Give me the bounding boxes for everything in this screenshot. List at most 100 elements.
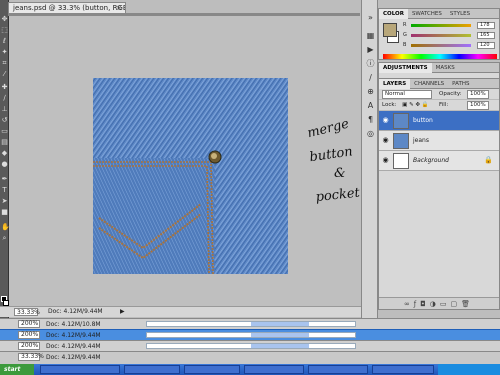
jeans-pocket-artwork[interactable] bbox=[93, 78, 288, 274]
layer-thumbnail bbox=[393, 153, 409, 169]
type-icon[interactable]: T bbox=[1, 187, 8, 194]
taskbar-item[interactable] bbox=[308, 365, 368, 374]
zoom-icon[interactable]: ⌕ bbox=[1, 235, 8, 242]
window-row-4[interactable]: 33.33% Doc: 4.12M/9.44M bbox=[0, 351, 500, 364]
paragraph-icon[interactable]: ¶ bbox=[364, 114, 377, 125]
eraser-icon[interactable]: ▭ bbox=[1, 128, 8, 135]
opacity-field[interactable]: 100% bbox=[467, 90, 489, 99]
taskbar-item[interactable] bbox=[372, 365, 434, 374]
tab-swatches[interactable]: SWATCHES bbox=[408, 9, 446, 19]
character-icon[interactable]: A bbox=[364, 100, 377, 111]
window-zoom[interactable]: 33.33% bbox=[18, 353, 44, 361]
status-bar: 33.33% Doc: 4.12M/9.44M ▶ bbox=[0, 306, 361, 317]
eyedropper-icon[interactable]: ⁄ bbox=[1, 71, 8, 78]
note-line-4: pocket bbox=[315, 185, 361, 205]
info-icon[interactable]: ⓘ bbox=[364, 58, 377, 69]
red-slider[interactable] bbox=[411, 24, 471, 27]
hand-icon[interactable]: ✋ bbox=[1, 224, 10, 231]
layers-bottom-toolbar: ∞ƒ◘◑▭▢🗑 bbox=[379, 297, 499, 309]
red-label: R bbox=[403, 22, 407, 28]
blur-icon[interactable]: ◆ bbox=[1, 150, 8, 157]
tab-adjustments[interactable]: ADJUSTMENTS bbox=[379, 63, 432, 73]
eye-icon[interactable]: ◉ bbox=[381, 156, 390, 165]
clone-source-icon[interactable]: ⊕ bbox=[364, 86, 377, 97]
shape-icon[interactable]: ■ bbox=[1, 209, 8, 216]
green-row: G 165 bbox=[403, 31, 499, 40]
green-value[interactable]: 165 bbox=[477, 32, 495, 39]
window-scrollbar[interactable] bbox=[146, 332, 356, 338]
status-menu-icon[interactable]: ▶ bbox=[120, 307, 125, 317]
navigator-icon[interactable]: ◎ bbox=[364, 128, 377, 139]
tab-paths[interactable]: PATHS bbox=[448, 79, 473, 89]
tab-channels[interactable]: CHANNELS bbox=[410, 79, 448, 89]
blue-slider[interactable] bbox=[411, 44, 471, 47]
blue-value[interactable]: 120 bbox=[477, 42, 495, 49]
window-scroll-thumb[interactable] bbox=[251, 322, 309, 326]
window-scroll-thumb[interactable] bbox=[251, 344, 309, 348]
photoshop-window: ✥ ⬚ ℓ ✦ ⌗ ⁄ ✚ ∕ ⊥ ↺ ▭ ▤ ◆ ● ✒ T ➤ ■ ✋ ⌕ … bbox=[0, 0, 500, 375]
window-zoom[interactable]: 200% bbox=[18, 320, 40, 328]
window-zoom[interactable]: 200% bbox=[18, 331, 40, 339]
mask-icon[interactable]: ◘ bbox=[420, 300, 430, 308]
history-brush-icon[interactable]: ↺ bbox=[1, 117, 8, 124]
foreground-chip[interactable] bbox=[383, 23, 397, 37]
crop-icon[interactable]: ⌗ bbox=[1, 60, 8, 67]
tab-color[interactable]: COLOR bbox=[379, 9, 408, 19]
window-scroll-thumb[interactable] bbox=[251, 333, 309, 337]
adjustment-icon[interactable]: ◑ bbox=[430, 300, 440, 308]
window-row-3[interactable]: 200% Doc: 4.12M/9.44M bbox=[0, 340, 500, 351]
start-button[interactable]: start bbox=[0, 364, 34, 375]
eye-icon[interactable]: ◉ bbox=[381, 116, 390, 125]
color-spectrum[interactable] bbox=[383, 54, 497, 59]
healing-icon[interactable]: ✚ bbox=[1, 84, 8, 91]
green-slider[interactable] bbox=[411, 34, 471, 37]
move-icon[interactable]: ✥ bbox=[1, 16, 8, 23]
taskbar-item[interactable] bbox=[40, 365, 120, 374]
window-row-2[interactable]: 200% Doc: 4.12M/9.44M bbox=[0, 329, 500, 340]
blend-mode-select[interactable]: Normal bbox=[382, 90, 432, 99]
path-select-icon[interactable]: ➤ bbox=[1, 198, 8, 205]
opacity-label: Opacity: bbox=[439, 91, 462, 97]
gradient-icon[interactable]: ▤ bbox=[1, 139, 8, 146]
window-zoom[interactable]: 200% bbox=[18, 342, 40, 350]
pen-icon[interactable]: ✒ bbox=[1, 176, 8, 183]
taskbar-item[interactable] bbox=[244, 365, 304, 374]
trash-icon[interactable]: 🗑 bbox=[461, 300, 474, 308]
magic-wand-icon[interactable]: ✦ bbox=[1, 49, 8, 56]
layer-row-button[interactable]: ◉ button bbox=[379, 111, 499, 131]
collapse-icon[interactable]: » bbox=[364, 12, 377, 23]
zoom-field[interactable]: 33.33% bbox=[14, 308, 40, 316]
brushes-icon[interactable]: ∕ bbox=[364, 72, 377, 83]
rivet-highlight bbox=[211, 153, 217, 159]
marquee-icon[interactable]: ⬚ bbox=[1, 27, 8, 34]
link-icon[interactable]: ∞ bbox=[404, 300, 414, 308]
history-icon[interactable]: ▦ bbox=[364, 30, 377, 41]
tab-layers[interactable]: LAYERS bbox=[379, 79, 411, 89]
tab-styles[interactable]: STYLES bbox=[446, 9, 474, 19]
brush-icon[interactable]: ∕ bbox=[1, 95, 8, 102]
actions-icon[interactable]: ▶ bbox=[364, 44, 377, 55]
red-value[interactable]: 178 bbox=[477, 22, 495, 29]
layers-tabs: LAYERS CHANNELS PATHS bbox=[379, 79, 499, 89]
lock-pixels-icon[interactable]: ▣ ✎ ✥ 🔒 bbox=[402, 102, 429, 108]
lasso-icon[interactable]: ℓ bbox=[1, 38, 8, 45]
lock-icon: 🔒 bbox=[484, 156, 493, 164]
panel-dock-strip: » ▦ ▶ ⓘ ∕ ⊕ A ¶ ◎ bbox=[361, 0, 378, 318]
taskbar-item[interactable] bbox=[184, 365, 240, 374]
clone-icon[interactable]: ⊥ bbox=[1, 106, 8, 113]
eye-icon[interactable]: ◉ bbox=[381, 136, 390, 145]
new-layer-icon[interactable]: ▢ bbox=[451, 300, 462, 308]
fill-field[interactable]: 100% bbox=[467, 101, 489, 110]
layers-panel: LAYERS CHANNELS PATHS Normal Opacity: 100%… bbox=[378, 78, 500, 310]
dodge-icon[interactable]: ● bbox=[1, 161, 8, 168]
tab-masks[interactable]: MASKS bbox=[432, 63, 459, 73]
layer-name: Background bbox=[413, 157, 449, 164]
fill-label: Fill: bbox=[439, 102, 449, 108]
taskbar-item[interactable] bbox=[124, 365, 180, 374]
layer-row-background[interactable]: ◉ Background 🔒 bbox=[379, 151, 499, 171]
layer-row-jeans[interactable]: ◉ jeans bbox=[379, 131, 499, 151]
window-scrollbar[interactable] bbox=[146, 321, 356, 327]
folder-icon[interactable]: ▭ bbox=[440, 300, 451, 308]
window-scrollbar[interactable] bbox=[146, 343, 356, 349]
window-row-1[interactable]: 200% Doc: 4.12M/10.8M bbox=[0, 318, 500, 329]
